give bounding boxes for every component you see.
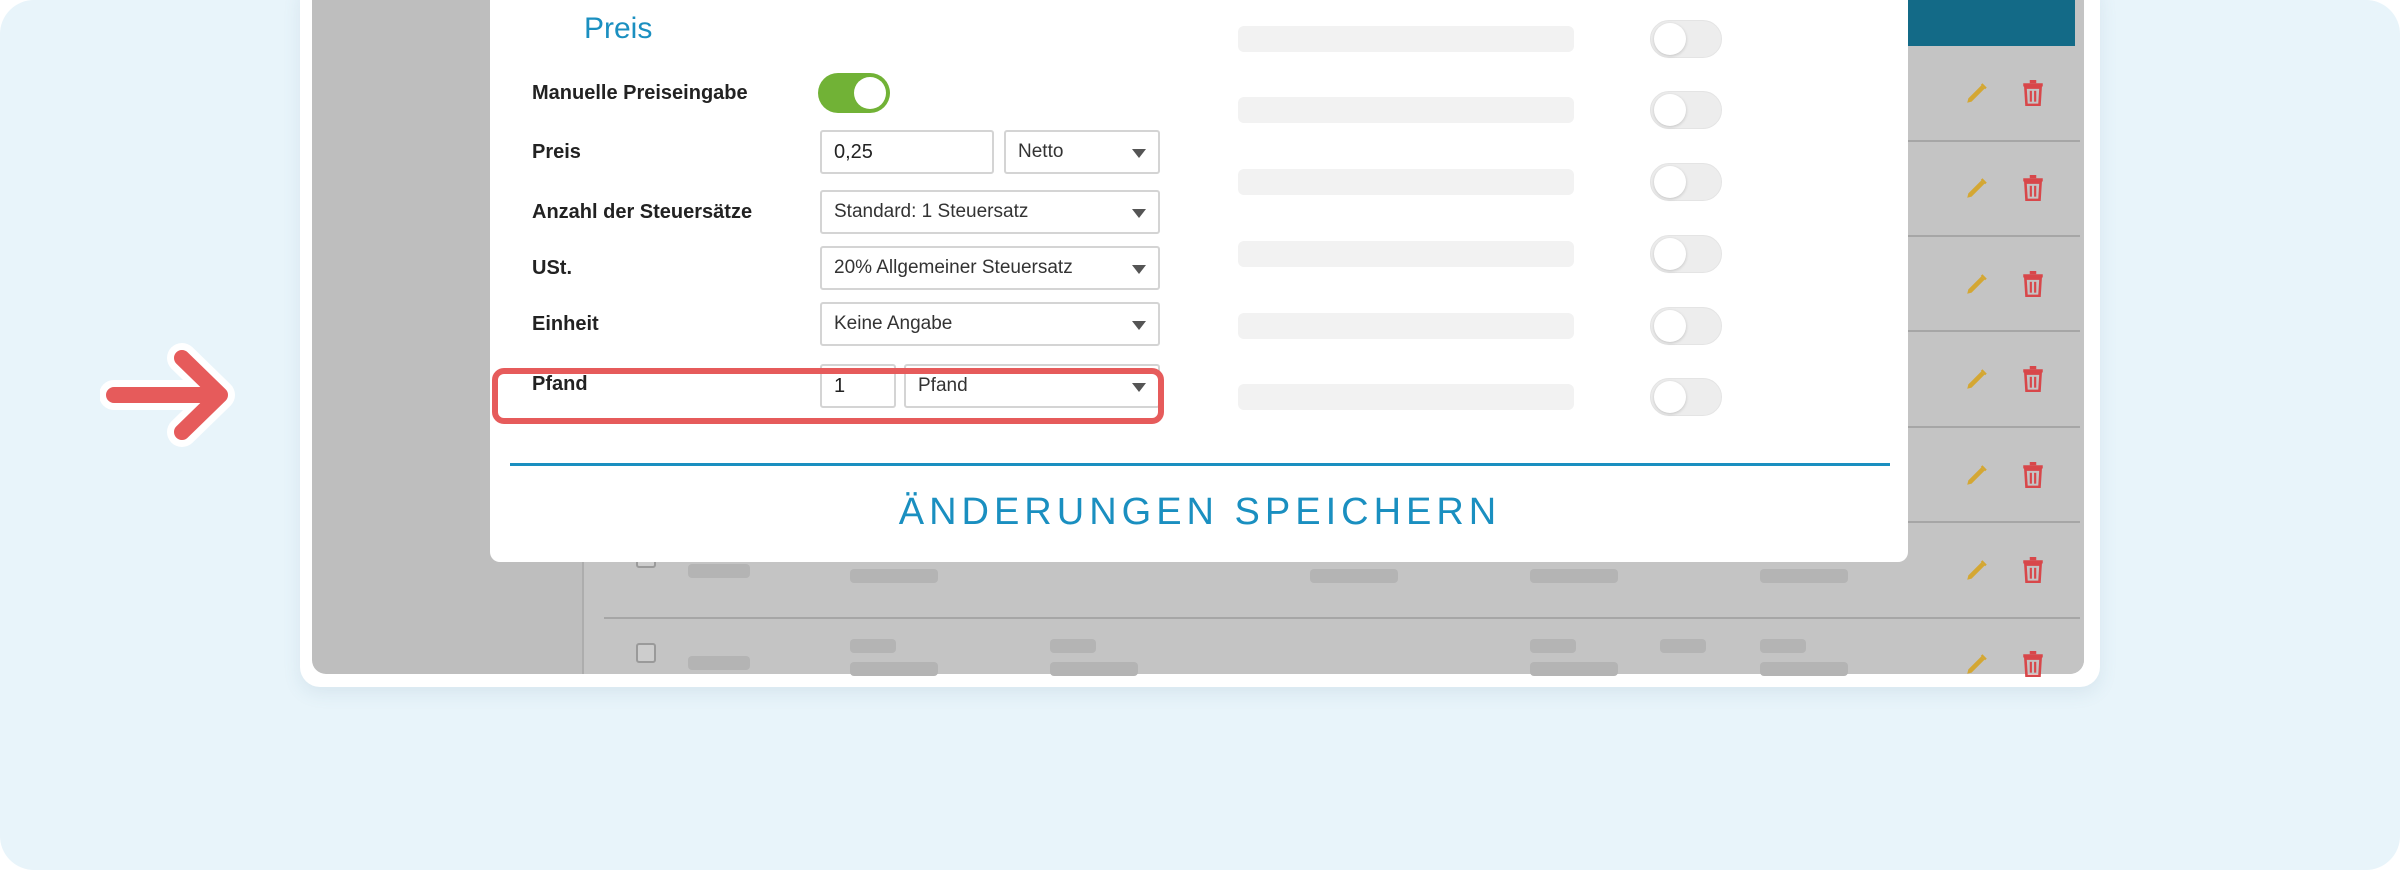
chevron-down-icon: [1132, 321, 1146, 330]
vat-value: 20% Allgemeiner Steuersatz: [834, 257, 1073, 278]
manual-price-toggle[interactable]: [818, 73, 890, 113]
trash-icon[interactable]: [2022, 651, 2044, 677]
placeholder-cell: [688, 564, 750, 578]
placeholder-cell: [1760, 639, 1806, 653]
placeholder-toggle[interactable]: [1650, 378, 1722, 416]
placeholder-cell: [1050, 639, 1096, 653]
placeholder-cell: [1530, 569, 1618, 583]
row-checkbox[interactable]: [636, 643, 656, 663]
tax-count-select[interactable]: Standard: 1 Steuersatz: [820, 190, 1160, 234]
toggle-knob: [1654, 238, 1686, 270]
placeholder-cell: [1050, 662, 1138, 676]
trash-icon[interactable]: [2022, 175, 2044, 201]
placeholder-bar: [1238, 97, 1574, 123]
placeholder-bar: [1238, 313, 1574, 339]
placeholder-cell: [1310, 569, 1398, 583]
unit-value: Keine Angabe: [834, 313, 953, 334]
placeholder-cell: [688, 656, 750, 670]
toggle-knob: [1654, 310, 1686, 342]
tax-count-value: Standard: 1 Steuersatz: [834, 201, 1029, 222]
trash-icon[interactable]: [2022, 366, 2044, 392]
pencil-icon[interactable]: [1964, 557, 1990, 583]
toggle-knob: [1654, 381, 1686, 413]
pencil-icon[interactable]: [1964, 175, 1990, 201]
price-input[interactable]: 0,25: [820, 130, 994, 174]
vat-select[interactable]: 20% Allgemeiner Steuersatz: [820, 246, 1160, 290]
placeholder-toggle[interactable]: [1650, 163, 1722, 201]
manual-price-label: Manuelle Preiseingabe: [532, 82, 748, 104]
chevron-down-icon: [1132, 265, 1146, 274]
placeholder-cell: [1530, 639, 1576, 653]
save-divider: [510, 463, 1890, 466]
vat-label: USt.: [532, 257, 572, 279]
chevron-down-icon: [1132, 149, 1146, 158]
edit-product-modal: Preis Manuelle Preiseingabe Preis 0,25 N…: [490, 0, 1908, 562]
trash-icon[interactable]: [2022, 557, 2044, 583]
pencil-icon[interactable]: [1964, 651, 1990, 677]
toggle-knob: [1654, 23, 1686, 55]
toggle-knob: [1654, 94, 1686, 126]
tax-count-label: Anzahl der Steuersätze: [532, 201, 753, 223]
chevron-down-icon: [1132, 209, 1146, 218]
placeholder-bar: [1238, 241, 1574, 267]
toggle-knob: [1654, 166, 1686, 198]
price-type-select[interactable]: Netto: [1004, 130, 1160, 174]
placeholder-cell: [850, 639, 896, 653]
table-row-divider: [604, 617, 2080, 619]
placeholder-cell: [1530, 662, 1618, 676]
toggle-knob: [854, 77, 886, 109]
arrow-right-icon: [100, 343, 235, 447]
placeholder-cell: [1760, 662, 1848, 676]
placeholder-toggle[interactable]: [1650, 91, 1722, 129]
placeholder-bar: [1238, 26, 1574, 52]
pencil-icon[interactable]: [1964, 80, 1990, 106]
price-label: Preis: [532, 141, 581, 163]
save-changes-button[interactable]: ÄNDERUNGEN SPEICHERN: [510, 474, 1890, 550]
placeholder-bar: [1238, 384, 1574, 410]
placeholder-toggle[interactable]: [1650, 20, 1722, 58]
placeholder-cell: [850, 569, 938, 583]
price-type-value: Netto: [1018, 141, 1064, 162]
section-title-price: Preis: [584, 12, 653, 45]
pencil-icon[interactable]: [1964, 271, 1990, 297]
deposit-row-highlight: [492, 368, 1164, 424]
placeholder-toggle[interactable]: [1650, 307, 1722, 345]
placeholder-toggle[interactable]: [1650, 235, 1722, 273]
unit-label: Einheit: [532, 313, 599, 335]
trash-icon[interactable]: [2022, 80, 2044, 106]
placeholder-bar: [1238, 169, 1574, 195]
trash-icon[interactable]: [2022, 271, 2044, 297]
pencil-icon[interactable]: [1964, 462, 1990, 488]
unit-select[interactable]: Keine Angabe: [820, 302, 1160, 346]
placeholder-cell: [1660, 639, 1706, 653]
placeholder-cell: [1760, 569, 1848, 583]
pencil-icon[interactable]: [1964, 366, 1990, 392]
trash-icon[interactable]: [2022, 462, 2044, 488]
table-header: [1895, 0, 2075, 46]
placeholder-cell: [850, 662, 938, 676]
